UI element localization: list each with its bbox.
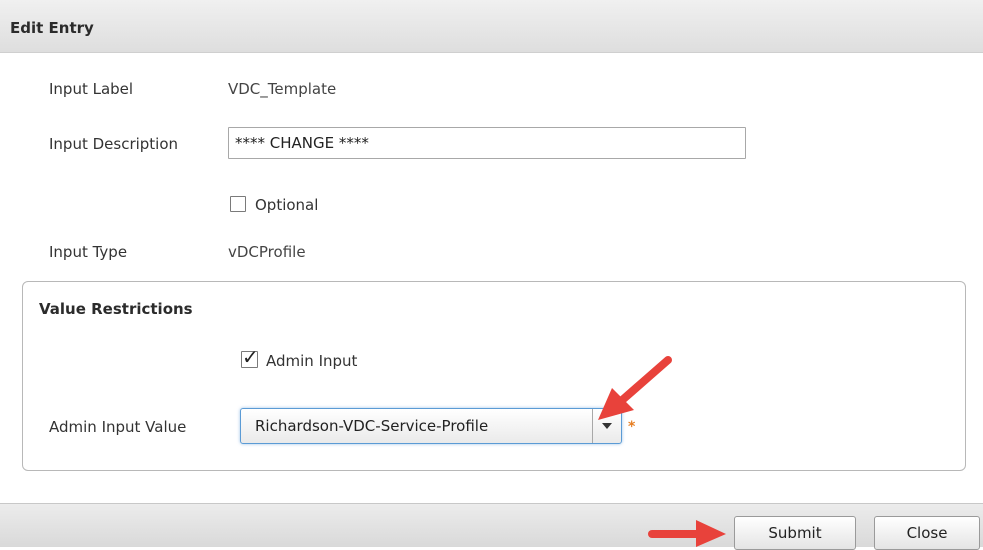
optional-checkbox[interactable] [230, 196, 246, 212]
input-label-label: Input Label [49, 80, 134, 98]
checkbox-checked-icon: ✓ [242, 345, 259, 369]
annotation-arrow-icon [648, 520, 726, 547]
admin-input-value-selected: Richardson-VDC-Service-Profile [255, 417, 489, 435]
input-description-label: Input Description [49, 135, 179, 153]
admin-input-value-label: Admin Input Value [49, 418, 187, 436]
dialog-header: Edit Entry [0, 0, 983, 53]
admin-input-label: Admin Input [266, 352, 358, 370]
annotation-arrow-icon [598, 356, 672, 420]
input-label-value: VDC_Template [228, 80, 337, 98]
input-type-value: vDCProfile [228, 243, 306, 261]
input-type-label: Input Type [49, 243, 128, 261]
dialog-title: Edit Entry [10, 19, 94, 37]
optional-label: Optional [255, 196, 319, 214]
close-button[interactable]: Close [874, 516, 980, 550]
input-description-field[interactable]: **** CHANGE **** [228, 127, 746, 159]
submit-button[interactable]: Submit [734, 516, 856, 550]
admin-input-value-select[interactable]: Richardson-VDC-Service-Profile [240, 408, 622, 444]
admin-input-checkbox[interactable]: ✓ [241, 346, 259, 368]
value-restrictions-title: Value Restrictions [39, 300, 193, 318]
